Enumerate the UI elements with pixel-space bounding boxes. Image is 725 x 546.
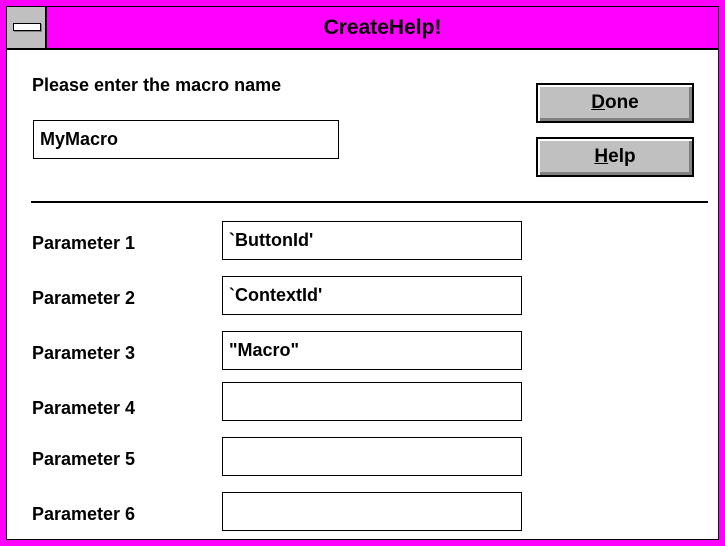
window-frame: CreateHelp! Please enter the macro name … [6, 6, 719, 540]
parameter-1-input[interactable]: `ButtonId' [222, 221, 522, 260]
help-label-rest: elp [608, 146, 636, 167]
parameter-3-label: Parameter 3 [32, 343, 136, 363]
createhelp-dialog: CreateHelp! Please enter the macro name … [0, 0, 725, 546]
parameter-2-label: Parameter 2 [32, 288, 136, 308]
parameter-5-input[interactable] [222, 437, 522, 476]
parameter-2-input[interactable]: `ContextId' [222, 276, 522, 315]
done-label-rest: one [604, 92, 639, 113]
macro-name-prompt: Please enter the macro name [32, 75, 282, 95]
parameter-5-label: Parameter 5 [32, 449, 136, 469]
parameter-6-input[interactable] [222, 492, 522, 531]
window-title: CreateHelp! [323, 16, 442, 39]
section-divider [31, 201, 708, 203]
macro-name-input[interactable]: MyMacro [33, 120, 339, 159]
help-button[interactable]: Help [536, 137, 694, 177]
parameter-6-label: Parameter 6 [32, 504, 136, 524]
done-button[interactable]: Done [536, 83, 694, 123]
parameter-4-label: Parameter 4 [32, 398, 136, 418]
done-mnemonic: D [591, 92, 605, 113]
help-mnemonic: H [594, 146, 609, 167]
parameter-4-input[interactable] [222, 382, 522, 421]
parameter-3-input[interactable]: "Macro" [222, 331, 522, 370]
system-menu-icon [13, 23, 41, 31]
system-menu-button[interactable] [7, 7, 47, 48]
title-bar[interactable]: CreateHelp! [7, 7, 718, 50]
parameter-1-label: Parameter 1 [32, 233, 136, 253]
